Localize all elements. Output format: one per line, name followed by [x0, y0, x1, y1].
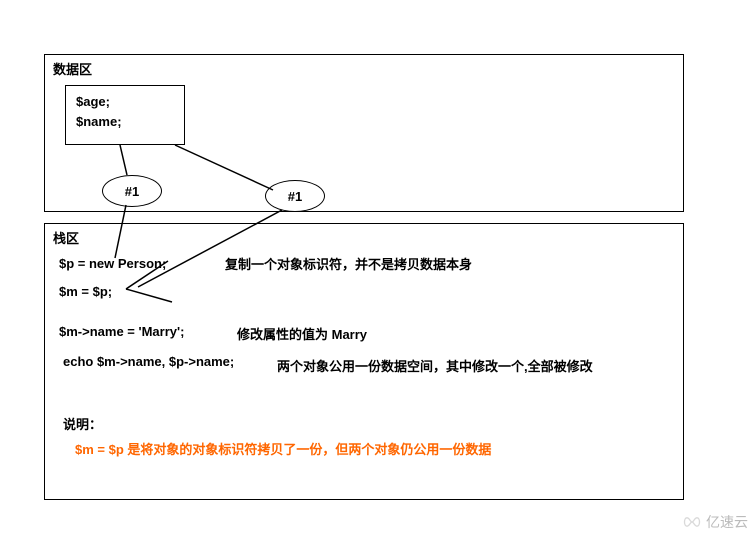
var-name: $name;	[76, 112, 174, 132]
stack-area-panel: 栈区 $p = new Person; 复制一个对象标识符，并不是拷贝数据本身 …	[44, 223, 684, 500]
code-echo: echo $m->name, $p->name;	[63, 354, 234, 369]
pointer-ellipse-1: #1	[102, 175, 162, 207]
pointer-ellipse-2: #1	[265, 180, 325, 212]
note-body: $m = $p 是将对象的对象标识符拷贝了一份，但两个对象仍公用一份数据	[75, 439, 491, 458]
code-assign: $m = $p;	[59, 284, 112, 299]
note-label: 说明：	[63, 414, 102, 433]
var-age: $age;	[76, 92, 174, 112]
code-set-name: $m->name = 'Marry';	[59, 324, 184, 339]
pointer-2-label: #1	[288, 189, 302, 204]
code-new-person: $p = new Person;	[59, 256, 166, 271]
data-area-panel: 数据区 $age; $name; #1 #1	[44, 54, 684, 212]
comment-copy-identifier: 复制一个对象标识符，并不是拷贝数据本身	[225, 254, 472, 273]
variable-box: $age; $name;	[65, 85, 185, 145]
watermark-text: 亿速云	[706, 512, 748, 532]
cloud-infinity-icon	[682, 515, 702, 529]
stack-area-title: 栈区	[53, 228, 79, 247]
watermark: 亿速云	[682, 512, 748, 532]
pointer-1-label: #1	[125, 184, 139, 199]
comment-shared-data: 两个对象公用一份数据空间，其中修改一个,全部被修改	[277, 356, 593, 375]
comment-modify: 修改属性的值为 Marry	[237, 324, 367, 343]
data-area-title: 数据区	[53, 59, 92, 78]
